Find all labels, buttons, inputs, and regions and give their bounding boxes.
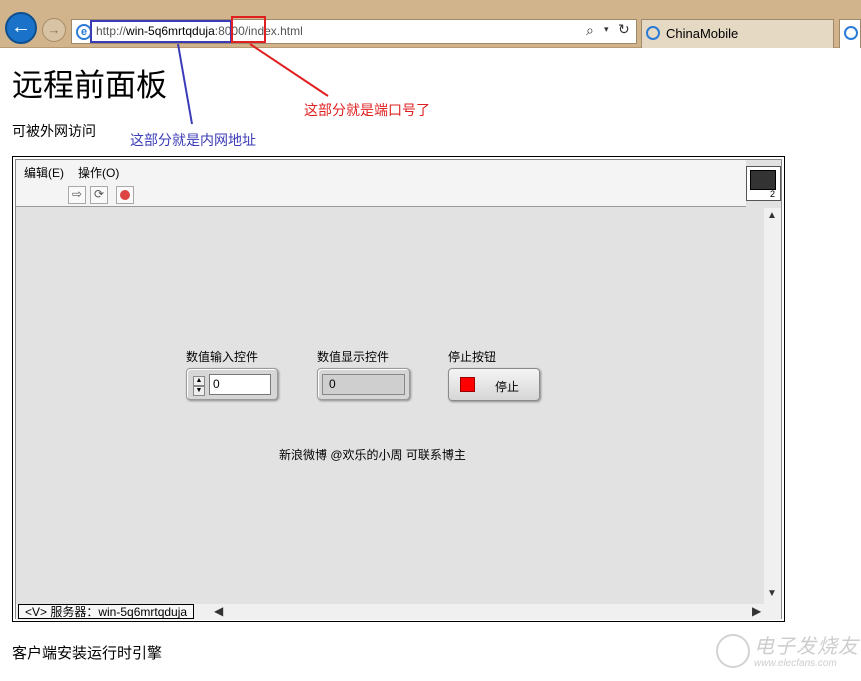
scroll-down-icon[interactable]: ▼ [767,588,777,599]
menu-edit[interactable]: 编辑(E) [24,164,64,181]
port-pointer-line [249,43,329,97]
stop-button-wrap: 停止 [448,368,542,403]
panel-menubar: 编辑(E) 操作(O) [16,160,746,182]
numeric-input-label: 数值输入控件 [186,350,259,364]
run-continuously-icon[interactable]: ⟳ [90,186,108,204]
host-pointer-line [177,43,193,125]
numeric-input-field[interactable]: 0 [209,374,271,395]
panel-canvas: 数值输入控件 ▲ ▼ 0 数值显示控件 0 停止按钮 停止 新浪微博 @欢乐的小… [16,208,764,604]
numeric-output-label: 数值显示控件 [317,350,390,364]
panel-toolbar: ⇨ ⟳ [16,182,746,207]
vi-icon: 2 [746,166,781,201]
footer-text: 客户端安装运行时引擎 [12,645,163,662]
vertical-scrollbar[interactable]: ▲ ▼ [764,208,781,604]
increment-arrow-icon[interactable]: ▲ [193,376,205,386]
numeric-output-value: 0 [322,374,405,395]
stop-button[interactable]: 停止 [448,368,540,401]
menu-operate[interactable]: 操作(O) [78,164,119,181]
numeric-output-indicator: 0 [317,368,410,400]
port-annotation-text: 这部分就是端口号了 [304,102,430,118]
labview-front-panel: 编辑(E) 操作(O) ⇨ ⟳ 2 数值输入控件 ▲ ▼ 0 数值显示控件 0 … [15,159,782,620]
horizontal-scrollbar[interactable]: <V> 服务器：win-5q6mrtqduja ◀ ▶ [16,604,781,620]
credit-text: 新浪微博 @欢乐的小周 可联系博主 [279,448,466,462]
server-label: <V> 服务器：win-5q6mrtqduja [18,604,195,619]
stop-button-text: 停止 [495,380,520,394]
stop-button-label: 停止按钮 [448,350,497,364]
stop-led-icon [460,377,475,392]
abort-icon [120,190,130,200]
vi-icon-number: 2 [770,189,776,199]
vi-icon-graphic [750,170,776,190]
scroll-right-icon[interactable]: ▶ [752,604,761,618]
numeric-input-control: ▲ ▼ 0 [186,368,278,400]
browser-window: ← → e http://win-5q6mrtqduja:8000/index.… [0,0,861,681]
numeric-stepper: ▲ ▼ [193,376,205,396]
watermark-title: 电子发烧友 [754,636,859,658]
run-icon[interactable]: ⇨ [68,186,86,204]
scroll-up-icon[interactable]: ▲ [767,210,777,221]
host-annotation-text: 这部分就是内网地址 [130,132,256,148]
abort-button[interactable] [116,186,134,204]
watermark-logo-icon [716,634,750,668]
decrement-arrow-icon[interactable]: ▼ [193,386,205,396]
scroll-left-icon[interactable]: ◀ [214,604,223,618]
watermark: 电子发烧友 www.elecfans.com [716,630,859,676]
watermark-url: www.elecfans.com [754,658,837,669]
